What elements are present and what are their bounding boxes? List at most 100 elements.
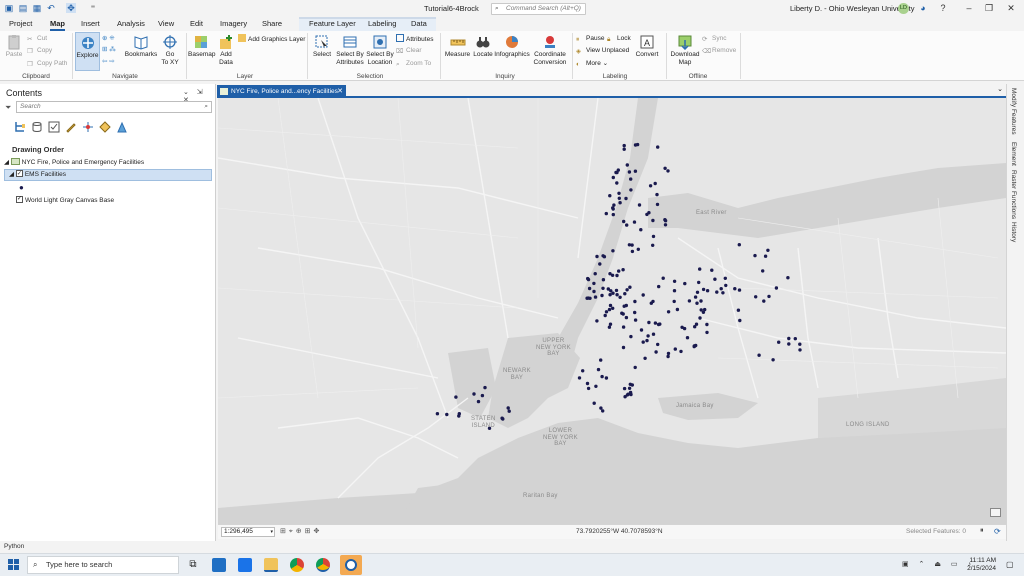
notifications-icon[interactable]: ◕	[916, 2, 930, 14]
ems-facility-point[interactable]	[585, 296, 589, 300]
layer-visibility-checkbox[interactable]	[16, 195, 23, 203]
ems-facility-point[interactable]	[694, 322, 699, 326]
ems-facility-point[interactable]	[710, 268, 714, 272]
ems-facility-point[interactable]	[777, 340, 781, 344]
ems-facility-point[interactable]	[629, 334, 633, 339]
ems-facility-point[interactable]	[787, 336, 791, 341]
ems-facility-point[interactable]	[604, 376, 609, 380]
ems-facility-point[interactable]	[672, 279, 677, 283]
tab-imagery[interactable]: Imagery	[220, 19, 247, 28]
ems-facility-point[interactable]	[645, 212, 649, 217]
ems-facility-point[interactable]	[672, 289, 677, 293]
ems-facility-point[interactable]	[648, 184, 653, 188]
ems-facility-point[interactable]	[657, 284, 661, 289]
scale-selector[interactable]: 1:296,495 ▾	[221, 527, 275, 537]
ems-facility-point[interactable]	[621, 268, 625, 272]
ems-facility-point[interactable]	[622, 143, 626, 148]
ems-facility-point[interactable]	[637, 203, 642, 207]
ems-facility-point[interactable]	[592, 281, 596, 286]
tab-feature-layer[interactable]: Feature Layer	[309, 19, 356, 28]
layer-basemap[interactable]: World Light Gray Canvas Base	[16, 195, 114, 204]
list-by-selection-icon[interactable]	[48, 121, 60, 133]
user-name[interactable]: Liberty D. - Ohio Wesleyan University	[790, 4, 915, 13]
ems-facility-point[interactable]	[673, 347, 677, 351]
ems-facility-point[interactable]	[698, 267, 702, 271]
ems-facility-point[interactable]	[506, 406, 510, 410]
save-icon[interactable]: ▦	[32, 3, 42, 13]
ems-facility-point[interactable]	[612, 203, 616, 207]
ems-facility-point[interactable]	[682, 326, 687, 331]
ems-facility-point[interactable]	[586, 276, 590, 281]
ems-facility-point[interactable]	[617, 191, 621, 195]
customize-icon[interactable]: ⁼	[88, 3, 98, 13]
ems-facility-point[interactable]	[611, 207, 615, 211]
attributes-button[interactable]: Attributes	[396, 34, 433, 44]
ems-facility-point[interactable]	[697, 280, 701, 285]
task-view-icon[interactable]: ⧉	[186, 558, 200, 572]
ems-facility-point[interactable]	[666, 354, 670, 359]
ems-facility-point[interactable]	[621, 312, 625, 316]
ems-facility-point[interactable]	[651, 234, 656, 239]
ems-facility-point[interactable]	[611, 175, 615, 180]
ems-facility-point[interactable]	[646, 334, 650, 338]
ems-facility-point[interactable]	[599, 358, 603, 362]
ems-facility-point[interactable]	[608, 293, 612, 297]
ems-facility-point[interactable]	[611, 249, 615, 253]
more-labeling-button[interactable]: ◐ More ⌄	[576, 59, 608, 68]
notification-center-icon[interactable]: ▢	[1006, 560, 1014, 569]
ems-facility-point[interactable]	[653, 181, 657, 186]
overview-toggle-icon[interactable]	[990, 508, 1001, 517]
list-by-drawing-order-icon[interactable]	[14, 121, 26, 133]
remove-button[interactable]: ⌫Remove	[702, 46, 736, 55]
view-unplaced-button[interactable]: ◈ View Unplaced	[576, 46, 629, 55]
ems-facility-point[interactable]	[698, 316, 702, 320]
ems-facility-point[interactable]	[611, 306, 615, 310]
ems-facility-point[interactable]	[654, 350, 658, 354]
ems-facility-point[interactable]	[705, 322, 709, 327]
ems-facility-point[interactable]	[632, 220, 637, 224]
ems-facility-point[interactable]	[624, 315, 629, 320]
previous-extent-icon[interactable]: ⇦ ⇨	[102, 57, 115, 66]
ems-facility-point[interactable]	[692, 344, 696, 348]
mail-icon[interactable]	[238, 558, 252, 572]
layer-ems-facilities[interactable]: ◢ EMS Facilities	[4, 169, 212, 181]
pause-labeling-button[interactable]: ⏸ Pause	[576, 34, 604, 43]
ems-facility-point[interactable]	[793, 337, 797, 341]
map-canvas[interactable]: UPPER NEW YORK BAY NEWARK BAY STATEN ISLAND …	[218, 98, 1006, 524]
ems-facility-point[interactable]	[611, 212, 615, 217]
tab-python[interactable]: Python	[4, 543, 24, 550]
ems-facility-point[interactable]	[663, 166, 667, 170]
ems-facility-point[interactable]	[647, 320, 651, 325]
ems-facility-point[interactable]	[608, 303, 613, 308]
select-by-location-button[interactable]: Select By Location	[366, 34, 394, 66]
ems-facility-point[interactable]	[598, 262, 602, 266]
tab-modify-features[interactable]: Modify Features	[1010, 88, 1017, 135]
ems-facility-point[interactable]	[636, 247, 640, 251]
ems-facility-point[interactable]	[798, 348, 802, 352]
ems-facility-point[interactable]	[703, 307, 707, 312]
ems-facility-point[interactable]	[641, 293, 645, 297]
ems-facility-point[interactable]	[608, 194, 612, 198]
lock-labeling-button[interactable]: 🔒︎ Lock	[607, 34, 631, 43]
ems-facility-point[interactable]	[483, 385, 487, 390]
ems-facility-point[interactable]	[656, 342, 660, 347]
ems-facility-point[interactable]	[595, 254, 599, 259]
list-by-labeling-icon[interactable]	[99, 121, 111, 133]
microsoft-store-icon[interactable]	[212, 558, 226, 572]
ems-facility-point[interactable]	[655, 202, 660, 207]
ems-facility-point[interactable]	[604, 211, 608, 216]
ems-facility-point[interactable]	[622, 386, 627, 391]
ems-facility-point[interactable]	[627, 386, 632, 390]
tab-element[interactable]: Element	[1010, 142, 1017, 166]
ems-facility-point[interactable]	[721, 291, 725, 295]
ems-facility-point[interactable]	[615, 293, 619, 297]
ems-facility-point[interactable]	[723, 276, 727, 280]
tab-share[interactable]: Share	[262, 19, 282, 28]
ems-facility-point[interactable]	[633, 365, 637, 370]
ems-facility-point[interactable]	[592, 401, 596, 405]
ems-facility-point[interactable]	[719, 287, 723, 291]
select-by-attributes-button[interactable]: Select By Attributes	[335, 34, 365, 66]
ems-facility-point[interactable]	[699, 308, 703, 312]
ems-facility-point[interactable]	[786, 276, 790, 280]
filter-icon[interactable]: ⏷	[5, 103, 11, 113]
